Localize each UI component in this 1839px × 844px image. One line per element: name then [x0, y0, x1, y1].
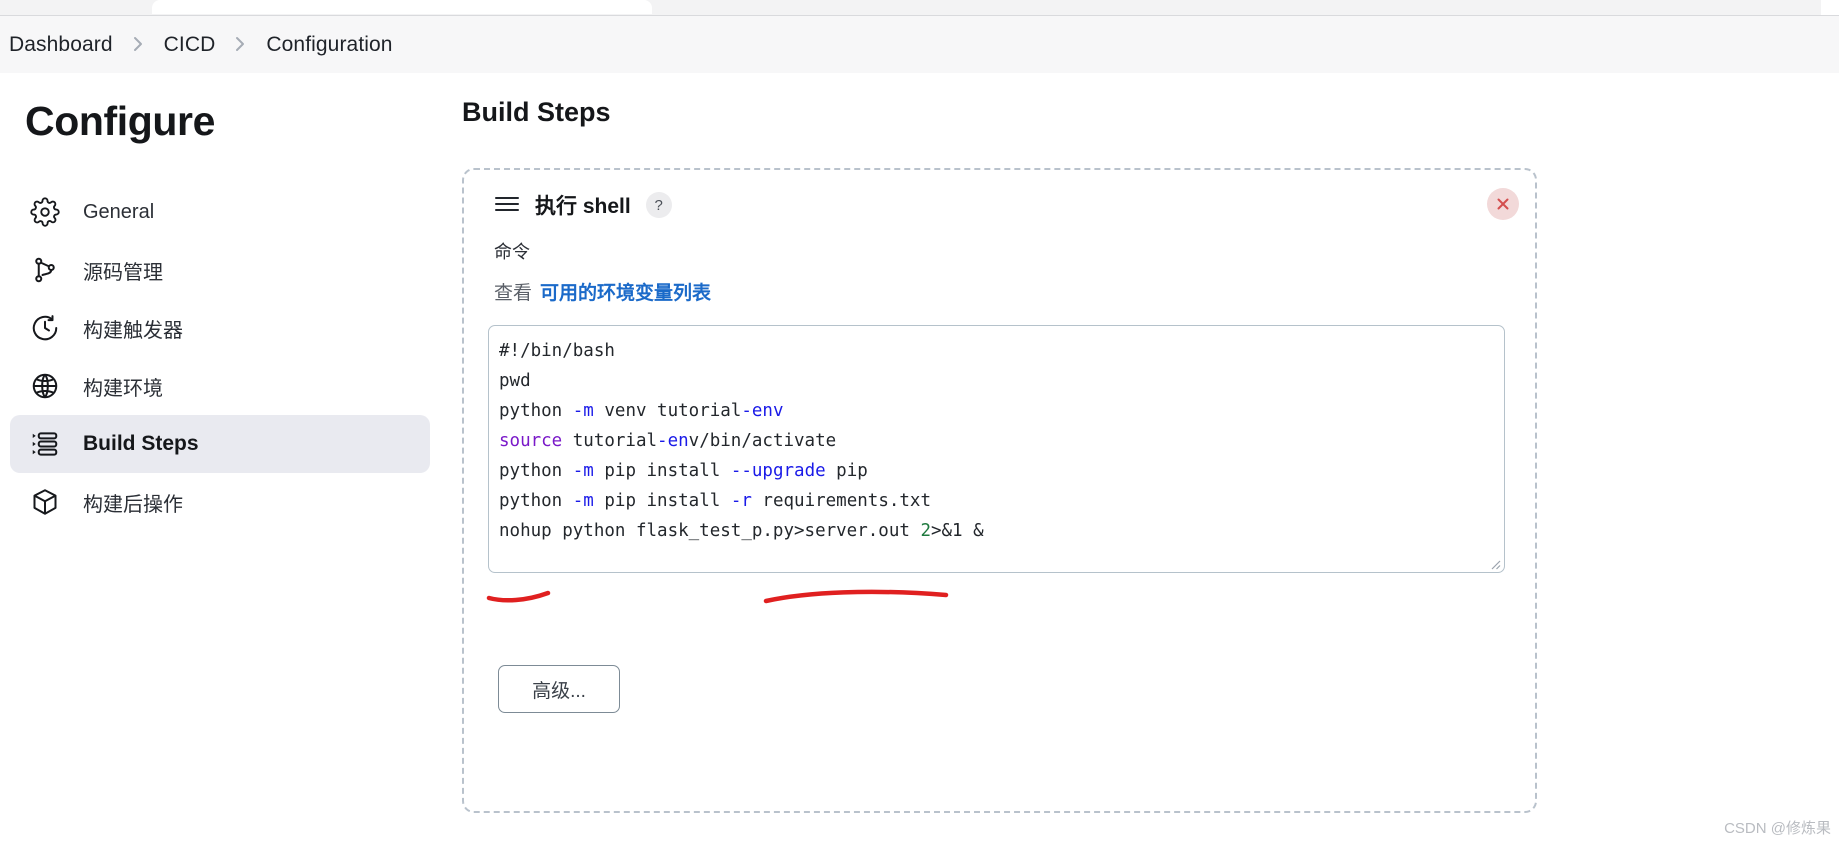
code-line-4: source tutorial-env/bin/activate [499, 431, 837, 451]
chevron-right-icon [132, 35, 145, 53]
main-content: Build Steps 执行 shell ? 命令 查看 可用的环境变量列表 #… [450, 73, 1839, 844]
command-textarea[interactable]: #!/bin/bash pwd python -m venv tutorial-… [488, 325, 1505, 573]
textarea-resize-grip[interactable] [1487, 556, 1501, 570]
sidebar-item-build-steps[interactable]: Build Steps [10, 415, 430, 473]
sidebar-nav: General 源码管理 构建触发器 构建环境 Build Steps 构建后操… [10, 183, 430, 531]
code-line-2: pwd [499, 371, 531, 391]
command-text-content[interactable]: #!/bin/bash pwd python -m venv tutorial-… [499, 336, 1494, 546]
advanced-button[interactable]: 高级... [498, 665, 620, 713]
page-body: Configure General 源码管理 构建触发器 构建环境 Build … [0, 73, 1839, 844]
chevron-right-icon-2 [234, 35, 247, 53]
code-line-3: python -m venv tutorial-env [499, 401, 784, 421]
close-icon[interactable] [1487, 188, 1519, 220]
git-branch-icon [28, 253, 62, 287]
sidebar-item-build-triggers[interactable]: 构建触发器 [10, 299, 430, 357]
clock-icon [28, 311, 62, 345]
gear-icon [28, 195, 62, 229]
app-window: Dashboard CICD Configuration Configure G… [0, 0, 1839, 844]
breadcrumb-item-dashboard[interactable]: Dashboard [9, 33, 113, 57]
code-line-6: python -m pip install -r requirements.tx… [499, 491, 932, 511]
env-line-prefix: 查看 [494, 283, 533, 304]
env-variables-link[interactable]: 可用的环境变量列表 [540, 278, 711, 305]
build-step-header: 执行 shell ? [494, 190, 672, 220]
browser-chrome-right-stub [1821, 0, 1839, 16]
page-title: Configure [25, 98, 215, 144]
watermark: CSDN @修炼果 [1724, 820, 1831, 837]
code-line-5: python -m pip install --upgrade pip [499, 461, 868, 481]
code-line-7: nohup python flask_test_p.py>server.out … [499, 521, 984, 541]
sidebar-item-general[interactable]: General [10, 183, 430, 241]
sidebar-item-label-general: General [83, 200, 155, 223]
env-variables-line: 查看 可用的环境变量列表 [494, 278, 711, 305]
globe-icon [28, 369, 62, 403]
build-step-card: 执行 shell ? 命令 查看 可用的环境变量列表 #!/bin/bash p… [462, 168, 1537, 813]
browser-tab-stub[interactable] [152, 0, 652, 14]
code-line-1: #!/bin/bash [499, 341, 615, 361]
sidebar-item-label-scm: 源码管理 [83, 261, 163, 284]
breadcrumb: Dashboard CICD Configuration [0, 16, 1839, 73]
section-title: Build Steps [462, 97, 611, 127]
hamburger-drag-icon[interactable] [494, 194, 520, 216]
sidebar-item-label-post-build: 构建后操作 [83, 493, 183, 516]
sidebar-item-build-environment[interactable]: 构建环境 [10, 357, 430, 415]
breadcrumb-item-configuration[interactable]: Configuration [266, 33, 392, 57]
package-icon [28, 485, 62, 519]
breadcrumb-item-cicd[interactable]: CICD [164, 33, 216, 57]
sidebar-item-scm[interactable]: 源码管理 [10, 241, 430, 299]
list-steps-icon [28, 427, 62, 461]
sidebar-item-post-build[interactable]: 构建后操作 [10, 473, 430, 531]
sidebar-item-label-build-environment: 构建环境 [83, 377, 163, 400]
help-icon[interactable]: ? [645, 192, 672, 218]
browser-chrome-strip [0, 0, 1839, 16]
sidebar: Configure General 源码管理 构建触发器 构建环境 Build … [0, 73, 450, 844]
sidebar-item-label-build-steps: Build Steps [83, 432, 199, 455]
command-field-label: 命令 [494, 242, 530, 262]
build-step-title: 执行 shell [535, 195, 631, 218]
sidebar-item-label-build-triggers: 构建触发器 [83, 319, 183, 342]
